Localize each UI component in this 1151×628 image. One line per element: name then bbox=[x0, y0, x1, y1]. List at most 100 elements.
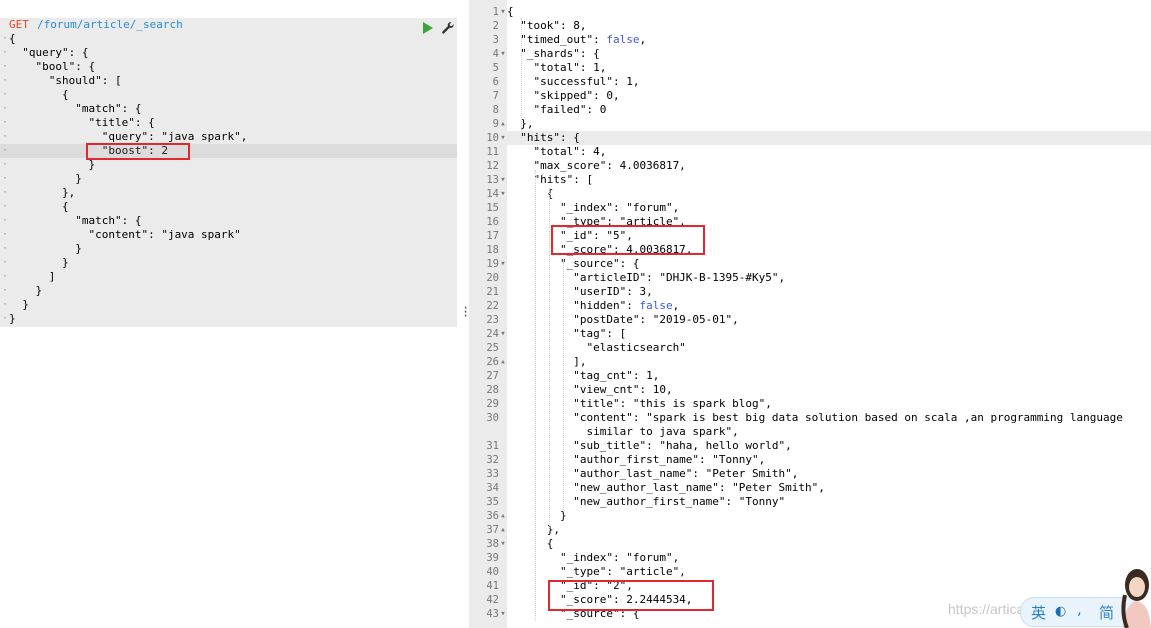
request-code-line[interactable]: · } bbox=[0, 158, 457, 172]
gutter-marker: · bbox=[2, 173, 9, 184]
fold-toggle-icon[interactable]: ▾ bbox=[499, 5, 507, 19]
request-code-line[interactable]: · } bbox=[0, 172, 457, 186]
request-code-line[interactable]: ·{ bbox=[0, 32, 457, 46]
fold-toggle-icon[interactable]: ▾ bbox=[499, 173, 507, 187]
response-line: 12 "max_score": 4.0036817, bbox=[469, 159, 1151, 173]
response-line: 40 "_type": "article", bbox=[469, 565, 1151, 579]
request-line[interactable]: GET/forum/article/_search bbox=[0, 18, 457, 32]
response-line: 33 "author_last_name": "Peter Smith", bbox=[469, 467, 1151, 481]
fold-toggle-icon[interactable]: ▾ bbox=[499, 327, 507, 341]
line-number: 10 bbox=[486, 132, 499, 144]
line-number: 22 bbox=[486, 300, 499, 312]
response-text: "took": 8, bbox=[507, 19, 587, 32]
request-code-line[interactable]: · "match": { bbox=[0, 214, 457, 228]
request-code-line[interactable]: · { bbox=[0, 88, 457, 102]
response-text: "_type": "article", bbox=[507, 565, 686, 578]
request-code-line[interactable]: · "match": { bbox=[0, 102, 457, 116]
ime-lang-toggle[interactable]: 英 bbox=[1031, 602, 1046, 623]
request-code-line[interactable]: · } bbox=[0, 284, 457, 298]
code-text: { bbox=[9, 200, 69, 213]
response-line: 5 "total": 1, bbox=[469, 61, 1151, 75]
ime-mode-toggle[interactable]: 简 bbox=[1099, 602, 1114, 623]
play-icon[interactable] bbox=[423, 22, 433, 34]
code-text: } bbox=[9, 312, 16, 325]
gutter-marker: · bbox=[2, 257, 9, 268]
fold-toggle-icon[interactable]: ▴ bbox=[499, 523, 507, 537]
fold-toggle-icon[interactable]: ▾ bbox=[499, 47, 507, 61]
response-line: 37 ▴ }, bbox=[469, 523, 1151, 537]
line-number: 26 bbox=[486, 356, 499, 368]
request-code-line[interactable]: · } bbox=[0, 242, 457, 256]
response-viewer[interactable]: 1 ▾{2 "took": 8, 3 "timed_out": false, 4 ▾ "… bbox=[469, 0, 1151, 628]
fold-toggle-icon[interactable]: ▾ bbox=[499, 131, 507, 145]
line-number: 9 bbox=[492, 118, 499, 130]
request-code-line[interactable]: · "boost": 2 bbox=[0, 144, 457, 158]
fold-toggle-icon[interactable]: ▴ bbox=[499, 355, 507, 369]
gutter-marker: · bbox=[2, 243, 9, 254]
code-text: ] bbox=[9, 270, 56, 283]
code-text: "boost": 2 bbox=[9, 144, 168, 157]
response-line: 1 ▾{ bbox=[469, 5, 1151, 19]
response-line: 41 "_id": "2", bbox=[469, 579, 1151, 593]
request-code-line[interactable]: · "content": "java spark" bbox=[0, 228, 457, 242]
indent-guide bbox=[563, 262, 564, 512]
line-number: 2 bbox=[492, 20, 499, 32]
response-line: 38 ▾ { bbox=[469, 537, 1151, 551]
gutter-marker: · bbox=[2, 201, 9, 212]
response-line: 2 "took": 8, bbox=[469, 19, 1151, 33]
response-line: 10 ▾ "hits": { bbox=[469, 131, 1151, 145]
response-text: "userID": 3, bbox=[507, 285, 653, 298]
line-number: 11 bbox=[486, 146, 499, 158]
code-text: "content": "java spark" bbox=[9, 228, 241, 241]
wrench-icon[interactable] bbox=[441, 21, 455, 35]
line-number: 5 bbox=[492, 62, 499, 74]
response-line: 39 "_index": "forum", bbox=[469, 551, 1151, 565]
gutter-marker: · bbox=[2, 313, 9, 324]
code-text: "bool": { bbox=[9, 60, 96, 73]
request-editor[interactable]: GET/forum/article/_search ·{· "query": {·… bbox=[0, 18, 457, 628]
line-number: 31 bbox=[486, 440, 499, 452]
line-number: 34 bbox=[486, 482, 499, 494]
request-code-line[interactable]: · }, bbox=[0, 186, 457, 200]
response-text: "skipped": 0, bbox=[507, 89, 620, 102]
request-code-line[interactable]: · } bbox=[0, 298, 457, 312]
response-text: "hits": { bbox=[507, 131, 580, 144]
code-text: "match": { bbox=[9, 102, 142, 115]
request-code-line[interactable]: · { bbox=[0, 200, 457, 214]
response-text: { bbox=[507, 537, 554, 550]
fold-toggle-icon[interactable]: ▾ bbox=[499, 187, 507, 201]
response-line: 30 "content": "spark is best big data so… bbox=[469, 411, 1151, 425]
fold-toggle-icon[interactable]: ▾ bbox=[499, 257, 507, 271]
request-code-line[interactable]: · "title": { bbox=[0, 116, 457, 130]
response-text: "_id": "2", bbox=[507, 579, 633, 592]
gutter-marker: · bbox=[2, 285, 9, 296]
request-code-line[interactable]: ·} bbox=[0, 312, 457, 326]
code-text: } bbox=[9, 256, 69, 269]
gutter-marker: · bbox=[2, 75, 9, 86]
response-text: "_index": "forum", bbox=[507, 551, 680, 564]
line-number: 36 bbox=[486, 510, 499, 522]
request-code-line[interactable]: · "bool": { bbox=[0, 60, 457, 74]
line-number: 24 bbox=[486, 328, 499, 340]
response-line: 22 "hidden": false, bbox=[469, 299, 1151, 313]
request-code-line[interactable]: · } bbox=[0, 256, 457, 270]
gutter-marker: · bbox=[2, 33, 9, 44]
request-code-line[interactable]: · "should": [ bbox=[0, 74, 457, 88]
gutter-marker: · bbox=[2, 215, 9, 226]
fold-toggle-icon[interactable]: ▴ bbox=[499, 117, 507, 131]
moon-icon[interactable]: ◐ bbox=[1055, 604, 1066, 619]
indent-guide bbox=[535, 170, 536, 620]
fold-toggle-icon[interactable]: ▴ bbox=[499, 509, 507, 523]
request-code-line[interactable]: · "query": { bbox=[0, 46, 457, 60]
fold-toggle-icon[interactable]: ▾ bbox=[499, 607, 507, 621]
line-number: 38 bbox=[486, 538, 499, 550]
fold-toggle-icon[interactable]: ▾ bbox=[499, 537, 507, 551]
ime-punct-toggle[interactable]: , bbox=[1077, 600, 1082, 618]
request-code-line[interactable]: · "query": "java spark", bbox=[0, 130, 457, 144]
response-line: 3 "timed_out": false, bbox=[469, 33, 1151, 47]
code-text: }, bbox=[9, 186, 76, 199]
response-text: "_id": "5", bbox=[507, 229, 633, 242]
line-number: 41 bbox=[486, 580, 499, 592]
request-code-line[interactable]: · ] bbox=[0, 270, 457, 284]
request-code-area[interactable]: GET/forum/article/_search ·{· "query": {·… bbox=[0, 18, 457, 327]
